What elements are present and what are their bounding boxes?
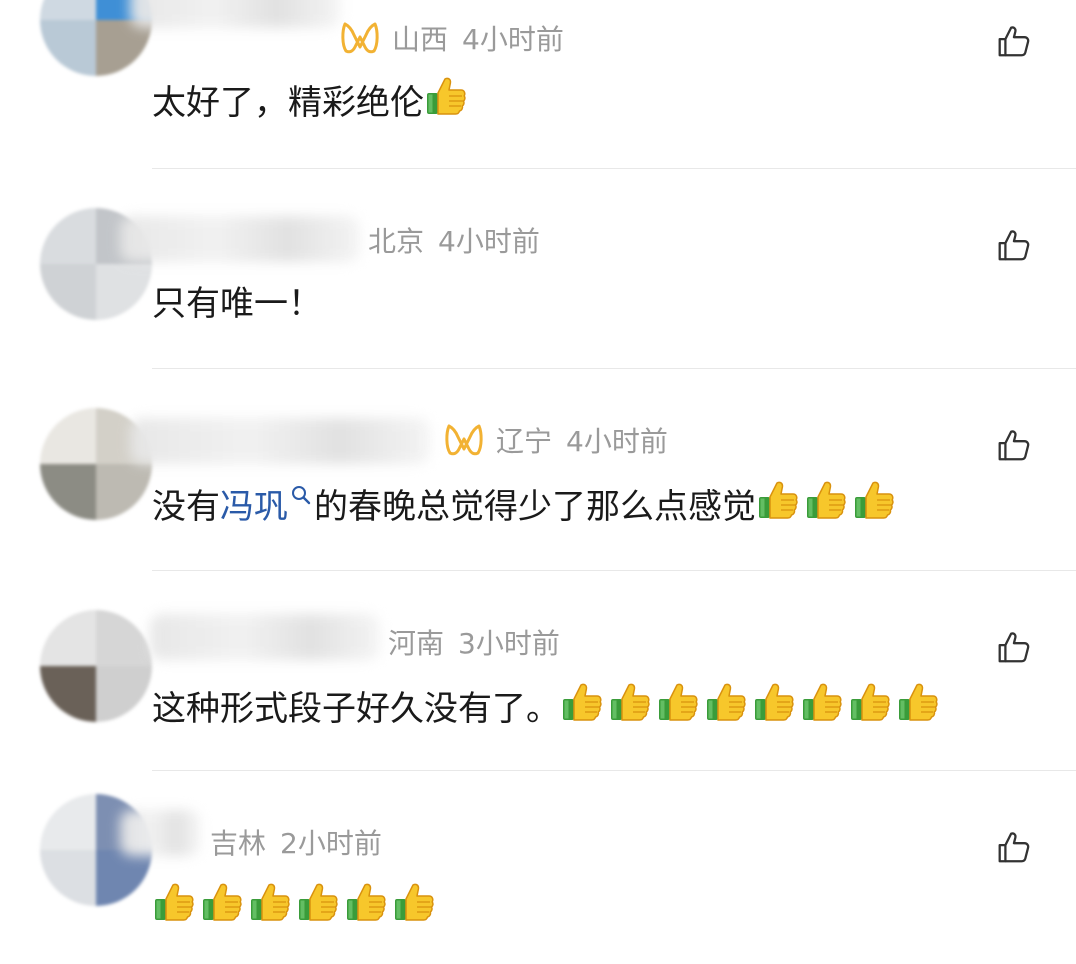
topic-link[interactable]: 冯巩 <box>220 487 288 527</box>
thumbs-up-emoji-icon <box>152 880 196 924</box>
timestamp: 2小时前 <box>280 827 382 860</box>
thumbs-up-emoji-icon <box>248 880 292 924</box>
thumbs-up-emoji-icon <box>424 74 468 118</box>
like-button[interactable] <box>994 426 1032 464</box>
comment-item: 辽宁 4小时前 没有冯巩 的春晚总觉得少了那么点感觉 <box>0 368 1076 568</box>
location-label: 北京 <box>368 225 425 258</box>
location-label: 吉林 <box>210 827 267 860</box>
comment-text: 太好了，精彩绝伦 <box>152 74 468 129</box>
comment-text: 这种形式段子好久没有了。 <box>152 680 940 735</box>
username-redacted[interactable] <box>120 810 200 856</box>
comment-item: 吉林 2小时前 <box>0 770 1076 964</box>
emoji-row <box>152 880 436 924</box>
username-redacted[interactable] <box>120 216 360 262</box>
thumbs-up-emoji-icon <box>752 680 796 724</box>
thumbs-up-emoji-icon <box>344 880 388 924</box>
timestamp: 4小时前 <box>462 23 564 56</box>
username-redacted[interactable] <box>130 418 430 464</box>
timestamp: 3小时前 <box>458 627 560 660</box>
comment-body: 没有 <box>152 487 220 527</box>
thumbs-up-emoji-icon <box>608 680 652 724</box>
thumbs-up-emoji-icon <box>392 880 436 924</box>
location-label: 辽宁 <box>496 425 553 458</box>
comment-meta: 北京 4小时前 <box>368 222 540 262</box>
comment-meta: 河南 3小时前 <box>388 624 560 664</box>
comment-body: 这种形式段子好久没有了。 <box>152 689 560 729</box>
comment-text: 没有冯巩 的春晚总觉得少了那么点感觉 <box>152 478 896 533</box>
comment-body: 太好了，精彩绝伦 <box>152 83 424 123</box>
like-button[interactable] <box>994 628 1032 666</box>
comment-item: 河南 3小时前 这种形式段子好久没有了。 <box>0 570 1076 770</box>
vip-badge-icon <box>444 423 484 457</box>
comment-body: 的春晚总觉得少了那么点感觉 <box>314 487 756 527</box>
divider <box>152 570 1076 571</box>
divider <box>152 168 1076 169</box>
thumbs-up-emoji-icon <box>656 680 700 724</box>
comment-meta: 吉林 2小时前 <box>210 824 382 864</box>
thumbs-up-emoji-icon <box>848 680 892 724</box>
emoji-row <box>756 478 896 522</box>
location-label: 山西 <box>392 23 449 56</box>
thumbs-up-emoji-icon <box>896 680 940 724</box>
thumbs-up-emoji-icon <box>296 880 340 924</box>
thumbs-up-emoji-icon <box>200 880 244 924</box>
like-button[interactable] <box>994 828 1032 866</box>
comment-text: 只有唯一！ <box>152 278 322 330</box>
comment-meta: 辽宁 4小时前 <box>444 422 668 462</box>
comment-item: 山西 4小时前 太好了，精彩绝伦 <box>0 0 1076 164</box>
thumbs-up-emoji-icon <box>560 680 604 724</box>
location-label: 河南 <box>388 627 445 660</box>
divider <box>152 770 1076 771</box>
thumbs-up-emoji-icon <box>852 478 896 522</box>
comment-meta: 山西 4小时前 <box>340 20 564 60</box>
emoji-row <box>560 680 940 724</box>
comment-item: 北京 4小时前 只有唯一！ <box>0 168 1076 368</box>
like-button[interactable] <box>994 22 1032 60</box>
timestamp: 4小时前 <box>566 425 668 458</box>
timestamp: 4小时前 <box>438 225 540 258</box>
username-redacted[interactable] <box>150 614 380 660</box>
thumbs-up-emoji-icon <box>704 680 748 724</box>
vip-badge-icon <box>340 21 380 55</box>
thumbs-up-emoji-icon <box>800 680 844 724</box>
avatar[interactable] <box>40 610 152 722</box>
username-redacted[interactable] <box>130 0 340 28</box>
thumbs-up-emoji-icon <box>804 478 848 522</box>
comment-text <box>152 880 436 935</box>
divider <box>152 368 1076 369</box>
search-icon[interactable] <box>290 484 312 506</box>
comment-body: 只有唯一！ <box>152 284 322 324</box>
like-button[interactable] <box>994 226 1032 264</box>
thumbs-up-emoji-icon <box>756 478 800 522</box>
emoji-row <box>424 74 468 118</box>
